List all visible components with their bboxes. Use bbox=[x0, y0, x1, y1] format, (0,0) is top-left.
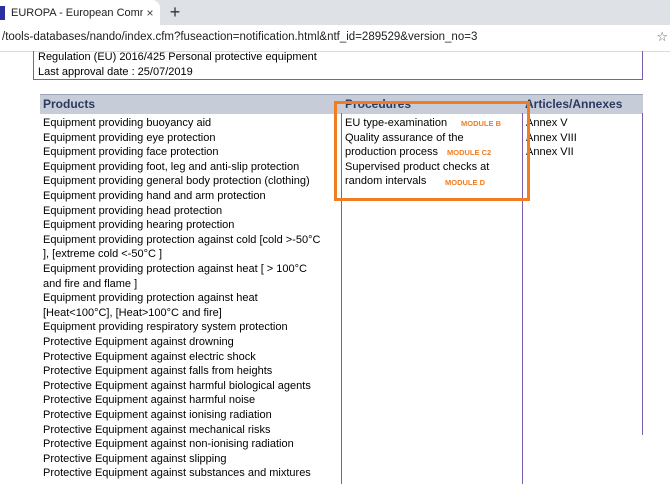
tab-title: EUROPA - European Commission bbox=[11, 6, 143, 19]
product-row: Protective Equipment against ionising ra… bbox=[43, 409, 272, 421]
product-row: Protective Equipment against slipping bbox=[43, 452, 227, 465]
annex-text: Annex VII bbox=[526, 146, 574, 159]
last-approval-date: Last approval date : 25/07/2019 bbox=[38, 66, 193, 78]
table-right-border bbox=[642, 113, 643, 435]
annex-text: Annex VIII bbox=[526, 131, 577, 144]
regulation-title: Regulation (EU) 2016/425 Personal protec… bbox=[38, 51, 317, 63]
browser-tab-bar: EUROPA - European Commission × + bbox=[0, 0, 670, 25]
product-row: Protective Equipment against non-ionisin… bbox=[43, 438, 294, 451]
new-tab-button[interactable]: + bbox=[164, 1, 186, 23]
url-text[interactable]: /tools-databases/nando/index.cfm?fuseact… bbox=[2, 31, 477, 43]
tab-close-icon[interactable]: × bbox=[143, 6, 157, 20]
product-row: Equipment providing respiratory system p… bbox=[43, 321, 288, 334]
procedures-highlight-box bbox=[334, 101, 530, 201]
product-row: Equipment providing head protection bbox=[43, 204, 223, 217]
browser-tab[interactable]: EUROPA - European Commission × bbox=[0, 0, 160, 25]
product-row: ], [extreme cold <-50°C ] bbox=[43, 248, 163, 261]
product-row: Protective Equipment against drowning bbox=[43, 336, 234, 348]
product-row: Protective Equipment against electric sh… bbox=[43, 350, 256, 363]
product-row: Equipment providing eye protection bbox=[43, 131, 216, 144]
product-row: Protective Equipment against harmful bio… bbox=[43, 379, 311, 392]
product-row: Protective Equipment against substances … bbox=[43, 467, 311, 480]
product-row: Equipment providing hearing protection bbox=[43, 219, 235, 232]
product-row: Equipment providing face protection bbox=[43, 146, 219, 159]
product-row: and fire and flame ] bbox=[43, 277, 138, 290]
product-row: Protective Equipment against falls from … bbox=[43, 365, 273, 378]
product-row: Equipment providing protection against c… bbox=[43, 233, 321, 246]
eu-favicon-icon bbox=[0, 5, 5, 20]
column-header-annexes: Articles/Annexes bbox=[525, 97, 623, 111]
address-bar[interactable]: /tools-databases/nando/index.cfm?fuseact… bbox=[0, 25, 670, 52]
annex-text: Annex V bbox=[526, 117, 568, 129]
star-icon[interactable]: ☆ bbox=[656, 29, 668, 45]
product-row: Equipment providing protection against h… bbox=[43, 263, 307, 275]
product-row: Equipment providing buoyancy aid bbox=[43, 117, 212, 129]
product-row: [Heat<100°C], [Heat>100°C and fire] bbox=[43, 306, 222, 319]
product-row: Equipment providing protection against h… bbox=[43, 292, 258, 305]
product-row: Equipment providing hand and arm protect… bbox=[43, 190, 266, 202]
product-row: Protective Equipment against harmful noi… bbox=[43, 394, 256, 407]
product-row: Equipment providing foot, leg and anti-s… bbox=[43, 160, 300, 173]
column-header-products: Products bbox=[43, 97, 96, 111]
product-row: Equipment providing general body protect… bbox=[43, 175, 310, 188]
product-row: Protective Equipment against mechanical … bbox=[43, 423, 271, 436]
